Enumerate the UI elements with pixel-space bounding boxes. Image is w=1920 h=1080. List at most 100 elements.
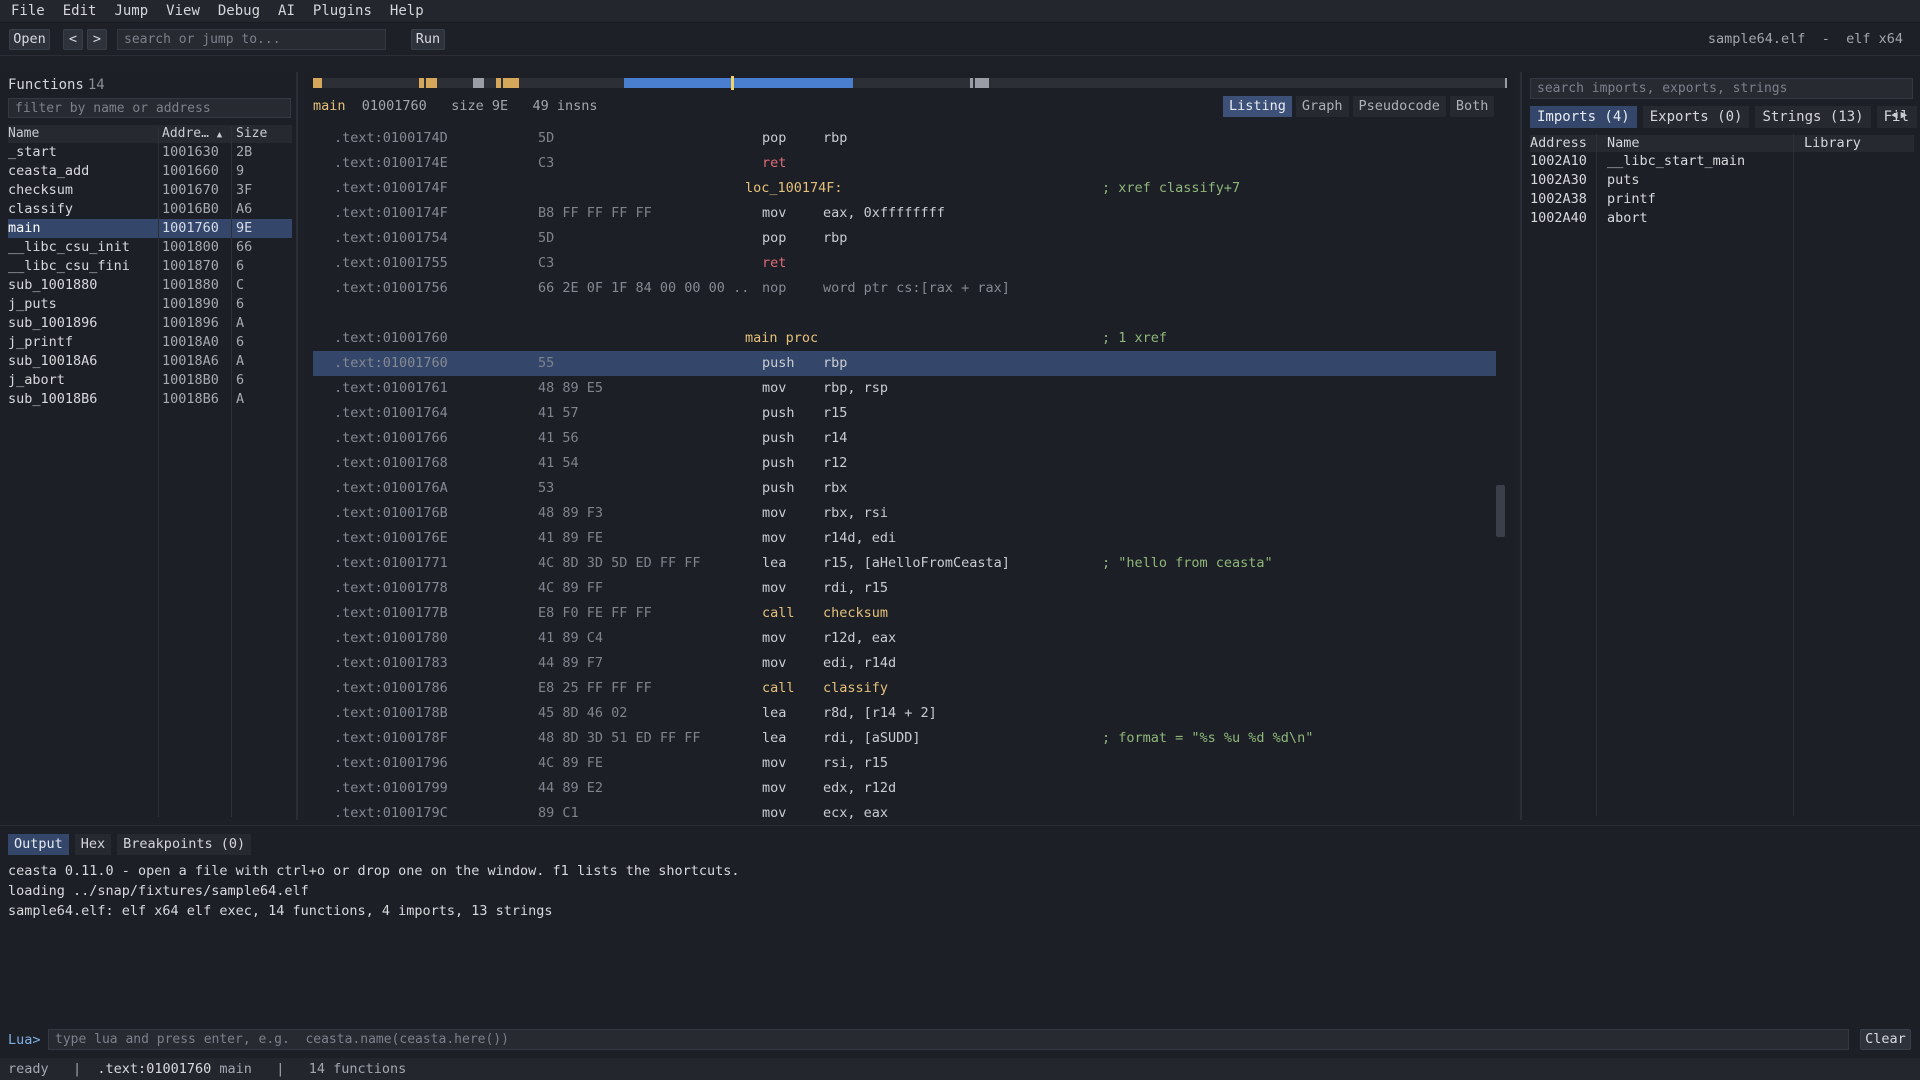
tab-hex[interactable]: Hex xyxy=(74,834,112,855)
menu-view[interactable]: View xyxy=(157,0,209,23)
back-button[interactable]: < xyxy=(63,29,83,50)
tab-exports[interactable]: Exports (0) xyxy=(1642,106,1750,128)
instruction-bytes: 44 89 E2 xyxy=(538,780,604,796)
tab-imports[interactable]: Imports (4) xyxy=(1530,106,1637,128)
function-row[interactable]: main 1001760 9E xyxy=(8,219,292,238)
listing-label-row[interactable]: .text:0100174F loc_100174F: ; xref classif… xyxy=(313,176,1496,201)
column-address[interactable]: Address xyxy=(1530,135,1603,152)
function-row[interactable]: sub_1001880 1001880 C xyxy=(8,276,292,295)
import-address: 1002A10 xyxy=(1530,153,1587,169)
disassembly-listing[interactable]: .text:0100174D 5D pop rbp .text:0100174E C3 re… xyxy=(313,126,1496,826)
tab-both[interactable]: Both xyxy=(1449,96,1495,117)
menu-plugins[interactable]: Plugins xyxy=(304,0,381,23)
listing-row[interactable]: .text:0100177B E8 F0 FE FF FF call checksum xyxy=(313,601,1496,626)
listing-row[interactable]: .text:01001780 41 89 C4 mov r12d, eax xyxy=(313,626,1496,651)
function-size: size 9E xyxy=(451,98,509,114)
listing-row[interactable]: .text:0100174F B8 FF FF FF FF mov eax, 0xff… xyxy=(313,201,1496,226)
run-button[interactable]: Run xyxy=(411,29,445,50)
tab-scroll-right-icon[interactable]: ▶ xyxy=(1901,108,1908,121)
listing-row[interactable]: .text:01001778 4C 89 FF mov rdi, r15 xyxy=(313,576,1496,601)
listing-row[interactable]: .text:01001786 E8 25 FF FF FF call classify xyxy=(313,676,1496,701)
listing-row[interactable]: .text:01001768 41 54 push r12 xyxy=(313,451,1496,476)
listing-row[interactable]: .text:0100178B 45 8D 46 02 lea r8d, [r14 + … xyxy=(313,701,1496,726)
call-target[interactable]: checksum xyxy=(823,601,888,626)
function-row[interactable]: j_abort 10018B0 6 xyxy=(8,371,292,390)
listing-row[interactable]: .text:0100178F 48 8D 3D 51 ED FF FF lea rdi… xyxy=(313,726,1496,751)
listing-row[interactable]: .text:01001771 4C 8D 3D 5D ED FF FF lea r15… xyxy=(313,551,1496,576)
listing-row[interactable]: .text:01001764 41 57 push r15 xyxy=(313,401,1496,426)
import-row[interactable]: 1002A10 __libc_start_main xyxy=(1530,152,1914,171)
listing-row[interactable]: .text:0100174E C3 ret xyxy=(313,151,1496,176)
column-size[interactable]: Size xyxy=(232,125,292,143)
listing-label-row[interactable]: .text:01001760 main proc ; 1 xref xyxy=(313,326,1496,351)
listing-row[interactable]: .text:01001761 48 89 E5 mov rbp, rsp xyxy=(313,376,1496,401)
function-size: A xyxy=(236,353,245,369)
import-row[interactable]: 1002A40 abort xyxy=(1530,209,1914,228)
navigation-overview-strip[interactable] xyxy=(313,76,1507,90)
function-row[interactable]: j_puts 1001890 6 xyxy=(8,295,292,314)
tab-pseudocode[interactable]: Pseudocode xyxy=(1352,96,1446,117)
column-library[interactable]: Library xyxy=(1800,135,1914,152)
instruction-bytes: 45 8D 46 02 xyxy=(538,705,628,721)
function-row[interactable]: __libc_csu_fini 1001870 6 xyxy=(8,257,292,276)
listing-row[interactable]: .text:01001755 C3 ret xyxy=(313,251,1496,276)
function-row[interactable]: classify 10016B0 A6 xyxy=(8,200,292,219)
instruction-address: .text:0100174F xyxy=(334,180,448,196)
current-function-address: 01001760 xyxy=(361,98,427,114)
import-row[interactable]: 1002A30 puts xyxy=(1530,171,1914,190)
tab-output[interactable]: Output xyxy=(8,834,69,855)
listing-row[interactable]: .text:01001766 41 56 push r14 xyxy=(313,426,1496,451)
function-row[interactable]: _start 1001630 2B xyxy=(8,143,292,162)
column-address[interactable]: Addre… ▲ xyxy=(158,125,232,143)
menu-jump[interactable]: Jump xyxy=(105,0,157,23)
function-filter-input[interactable] xyxy=(8,98,291,118)
instruction-address: .text:0100174E xyxy=(334,155,448,171)
function-row[interactable]: ceasta_add 1001660 9 xyxy=(8,162,292,181)
mnemonic: mov xyxy=(762,805,787,821)
function-row[interactable]: sub_10018B6 10018B6 A xyxy=(8,390,292,409)
tab-breakpoints[interactable]: Breakpoints (0) xyxy=(117,834,252,855)
function-row[interactable]: j_printf 10018A0 6 xyxy=(8,333,292,352)
symbol-search-input[interactable] xyxy=(1530,78,1913,99)
search-jump-input[interactable] xyxy=(117,29,386,50)
lua-console-input[interactable] xyxy=(48,1029,1849,1050)
tab-strings[interactable]: Strings (13) xyxy=(1755,106,1871,128)
function-row[interactable]: sub_10018A6 10018A6 A xyxy=(8,352,292,371)
listing-row[interactable]: .text:01001754 5D pop rbp xyxy=(313,226,1496,251)
function-address: 1001660 xyxy=(162,163,219,179)
listing-row[interactable]: .text:0100176A 53 push rbx xyxy=(313,476,1496,501)
tab-listing[interactable]: Listing xyxy=(1223,96,1292,117)
tab-scroll-left-icon[interactable]: ◀ xyxy=(1891,108,1898,121)
menu-debug[interactable]: Debug xyxy=(209,0,269,23)
import-row[interactable]: 1002A38 printf xyxy=(1530,190,1914,209)
listing-row[interactable]: .text:0100174D 5D pop rbp xyxy=(313,126,1496,151)
menu-help[interactable]: Help xyxy=(381,0,433,23)
function-row[interactable]: sub_1001896 1001896 A xyxy=(8,314,292,333)
listing-row[interactable]: .text:01001799 44 89 E2 mov edx, r12d xyxy=(313,776,1496,801)
listing-row[interactable]: .text:0100179C 89 C1 mov ecx, eax xyxy=(313,801,1496,826)
function-row[interactable]: __libc_csu_init 1001800 66 xyxy=(8,238,292,257)
listing-row[interactable]: .text:01001783 44 89 F7 mov edi, r14d xyxy=(313,651,1496,676)
open-button[interactable]: Open xyxy=(9,29,50,50)
listing-row[interactable]: .text:01001756 66 2E 0F 1F 84 00 00 00 ..… xyxy=(313,276,1496,301)
function-size: 9 xyxy=(236,163,245,179)
function-row[interactable]: checksum 1001670 3F xyxy=(8,181,292,200)
operands: ecx, eax xyxy=(823,805,889,821)
listing-row[interactable]: .text:0100176E 41 89 FE mov r14d, edi xyxy=(313,526,1496,551)
listing-row[interactable]: .text:0100176B 48 89 F3 mov rbx, rsi xyxy=(313,501,1496,526)
menu-ai[interactable]: AI xyxy=(269,0,304,23)
mnemonic: pop xyxy=(762,130,787,146)
code-label: loc_100174F: xyxy=(745,180,843,196)
listing-row[interactable]: .text:01001760 55 push rbp xyxy=(313,351,1496,376)
column-name[interactable]: Name xyxy=(1603,135,1800,152)
call-target[interactable]: classify xyxy=(823,676,888,701)
function-size: A6 xyxy=(236,201,253,217)
menu-edit[interactable]: Edit xyxy=(54,0,106,23)
menu-file[interactable]: File xyxy=(2,0,54,23)
clear-button[interactable]: Clear xyxy=(1860,1029,1911,1050)
tab-graph[interactable]: Graph xyxy=(1295,96,1349,117)
column-name[interactable]: Name xyxy=(8,125,158,143)
listing-scrollbar[interactable] xyxy=(1496,485,1505,537)
listing-row[interactable]: .text:01001796 4C 89 FE mov rsi, r15 xyxy=(313,751,1496,776)
forward-button[interactable]: > xyxy=(87,29,107,50)
